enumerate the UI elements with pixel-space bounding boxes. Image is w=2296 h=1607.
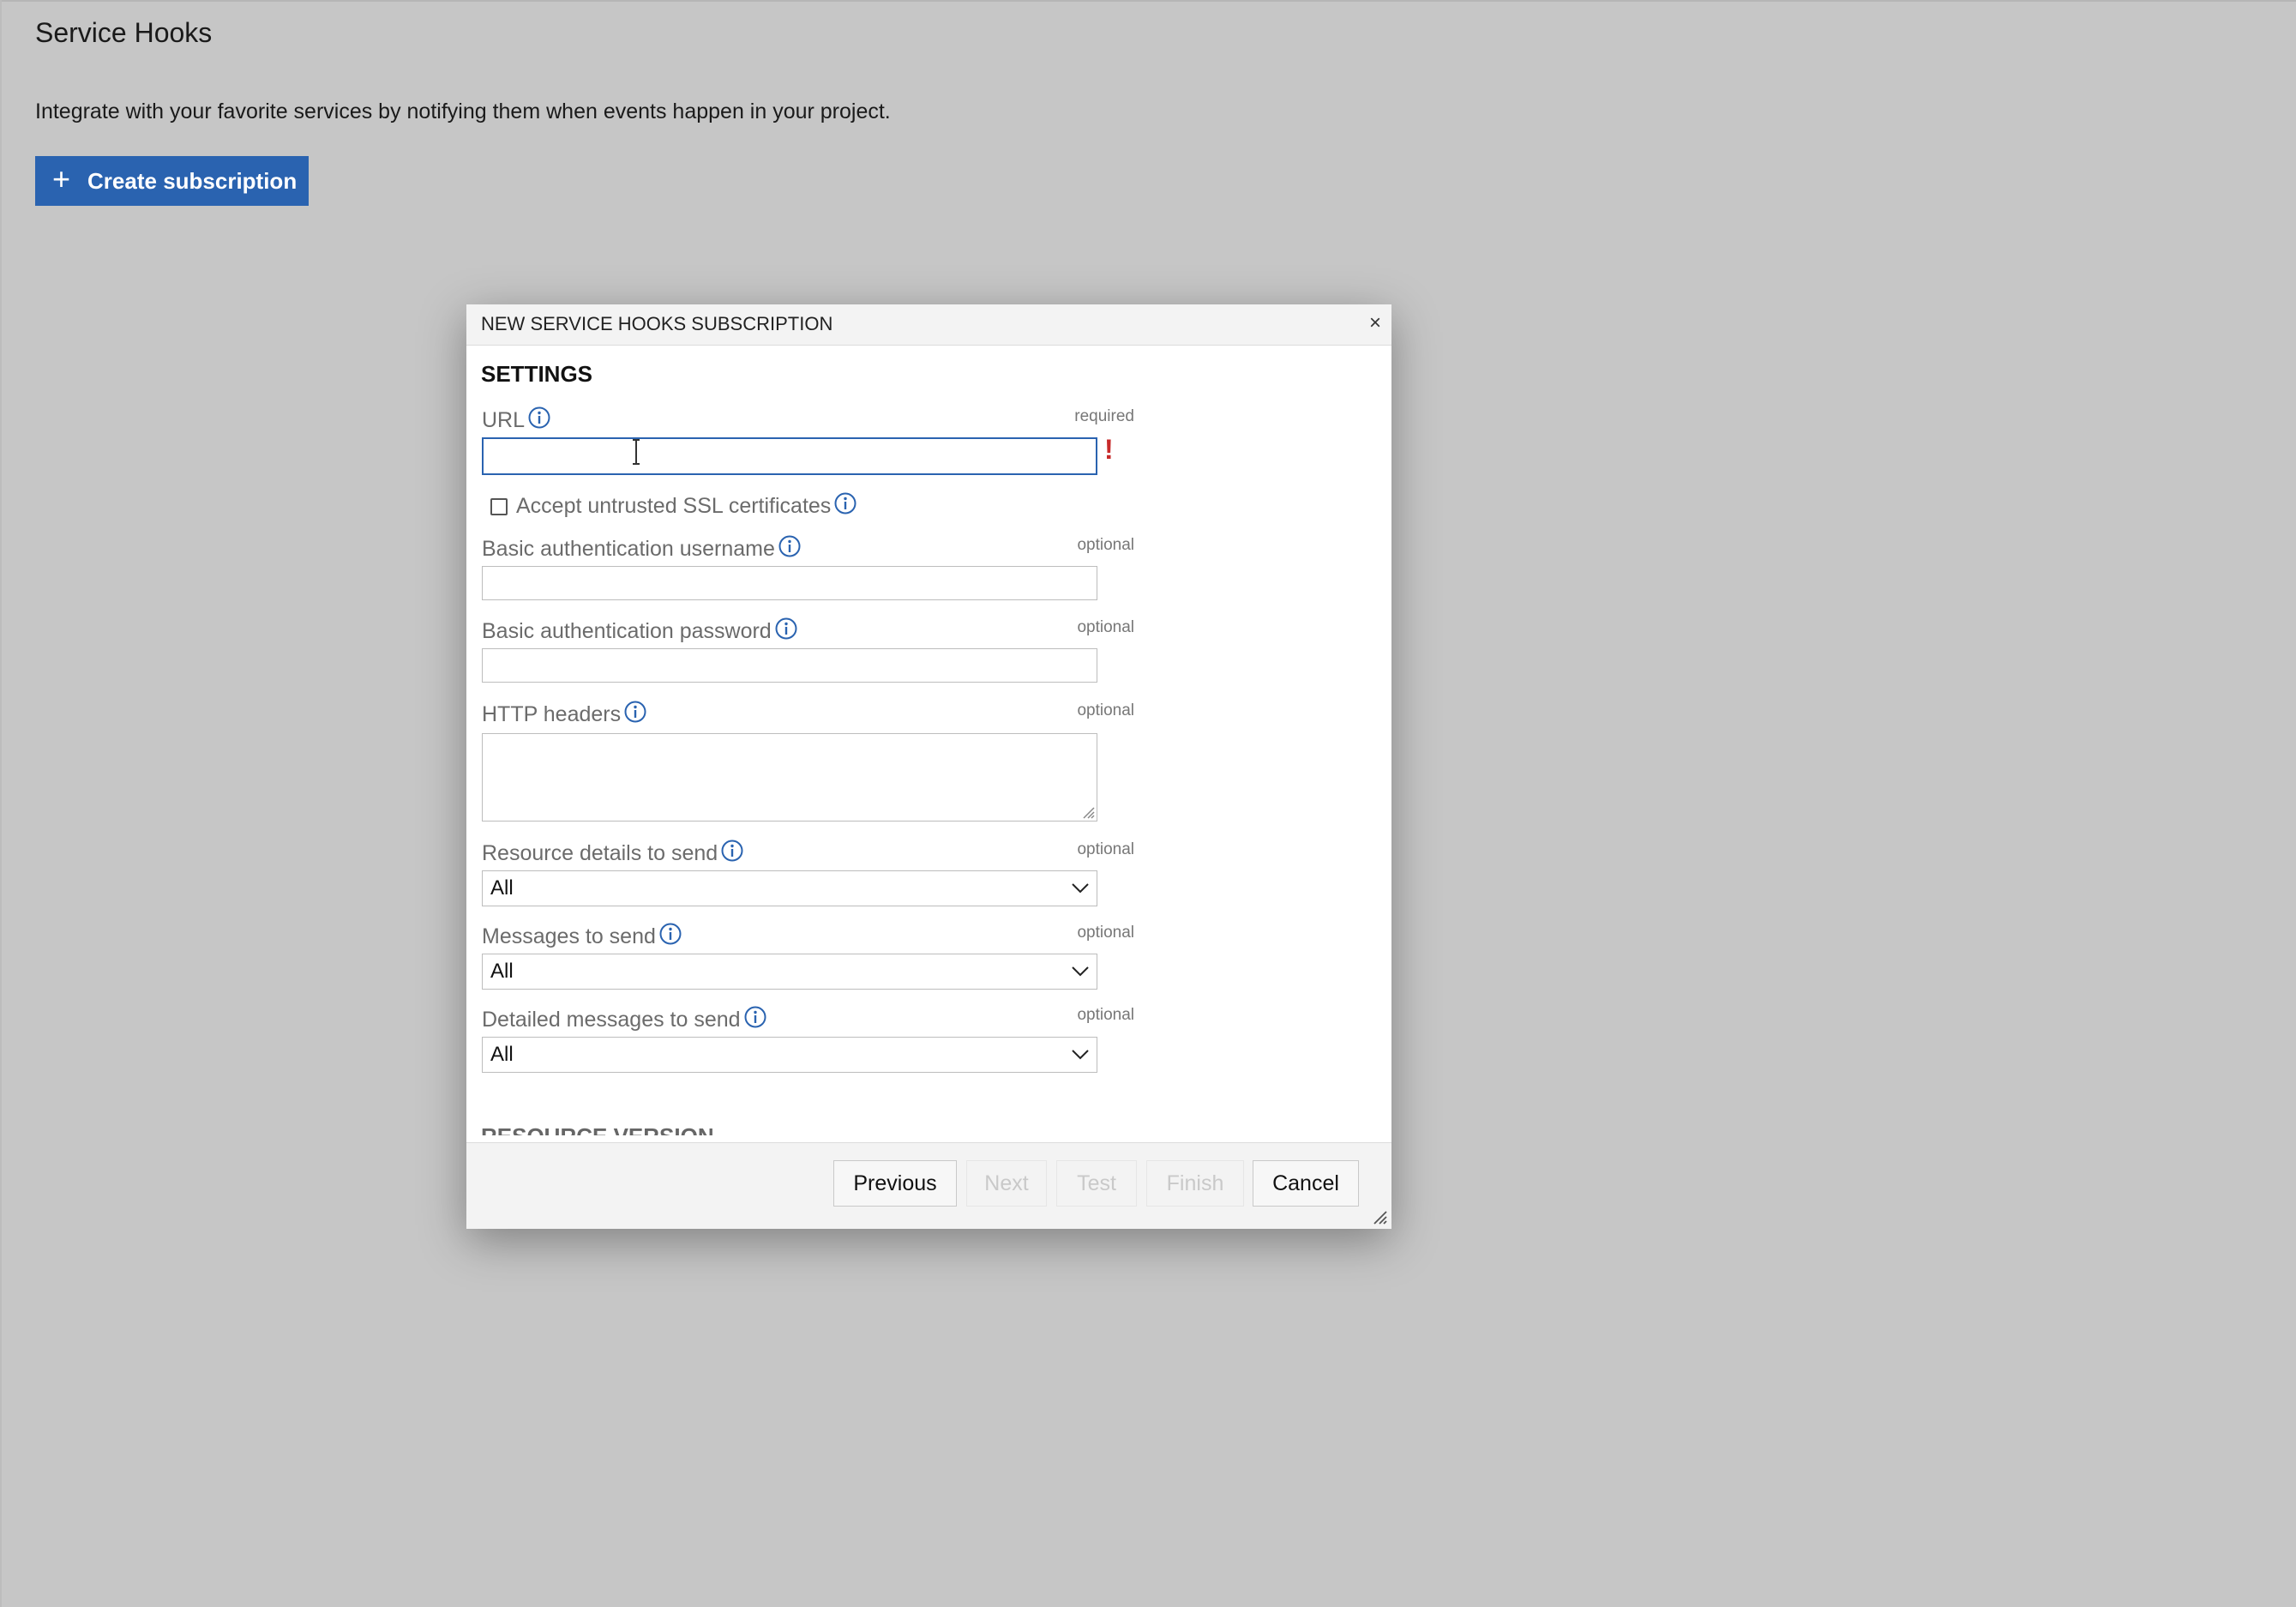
test-button[interactable]: Test	[1056, 1160, 1137, 1207]
basic-auth-password-optional-tag: optional	[1077, 618, 1134, 636]
messages-selected: All	[490, 960, 514, 983]
page-title: Service Hooks	[35, 17, 213, 48]
url-required-tag: required	[1074, 407, 1134, 425]
resource-details-select[interactable]: All	[482, 870, 1097, 906]
messages-label-text: Messages to send	[482, 924, 656, 948]
plus-icon: +	[52, 161, 71, 196]
basic-auth-username-input[interactable]	[482, 566, 1097, 600]
chevron-down-icon	[1072, 883, 1089, 894]
accept-ssl-row[interactable]: Accept untrusted SSL certificates	[490, 491, 857, 521]
basic-auth-password-input[interactable]	[482, 648, 1097, 683]
detailed-messages-selected: All	[490, 1043, 514, 1066]
resource-details-selected: All	[490, 876, 514, 900]
next-button[interactable]: Next	[966, 1160, 1047, 1207]
url-error-icon: !	[1104, 434, 1114, 465]
create-subscription-button[interactable]: + Create subscription	[35, 156, 309, 206]
info-icon[interactable]	[527, 406, 551, 436]
info-icon[interactable]	[778, 534, 802, 564]
http-headers-label: HTTP headers	[482, 700, 647, 730]
dialog-header: NEW SERVICE HOOKS SUBSCRIPTION ×	[466, 304, 1391, 346]
create-subscription-label: Create subscription	[87, 167, 298, 194]
info-icon[interactable]	[623, 700, 647, 730]
text-cursor-icon	[633, 439, 640, 465]
top-border	[0, 0, 2296, 2]
cancel-button[interactable]: Cancel	[1253, 1160, 1359, 1207]
dialog-resize-grip-icon[interactable]	[1371, 1208, 1388, 1225]
resource-details-label-text: Resource details to send	[482, 841, 718, 865]
resource-version-heading: RESOURCE VERSION	[481, 1122, 714, 1135]
basic-auth-username-optional-tag: optional	[1077, 536, 1134, 554]
detailed-messages-optional-tag: optional	[1077, 1006, 1134, 1024]
messages-label: Messages to send	[482, 922, 682, 952]
chevron-down-icon	[1072, 966, 1089, 977]
dialog-footer: Previous Next Test Finish Cancel	[466, 1142, 1391, 1229]
messages-select[interactable]: All	[482, 954, 1097, 990]
left-border	[0, 0, 2, 1607]
info-icon[interactable]	[743, 1005, 767, 1035]
detailed-messages-select[interactable]: All	[482, 1037, 1097, 1073]
http-headers-label-text: HTTP headers	[482, 702, 622, 726]
page-description: Integrate with your favorite services by…	[35, 99, 891, 123]
basic-auth-password-label: Basic authentication password	[482, 617, 798, 647]
url-input[interactable]	[482, 437, 1097, 475]
resource-details-optional-tag: optional	[1077, 840, 1134, 858]
http-headers-optional-tag: optional	[1077, 701, 1134, 719]
detailed-messages-label: Detailed messages to send	[482, 1005, 767, 1035]
basic-auth-password-label-text: Basic authentication password	[482, 619, 772, 643]
basic-auth-username-label: Basic authentication username	[482, 534, 802, 564]
settings-heading: SETTINGS	[481, 361, 593, 387]
accept-ssl-checkbox[interactable]	[490, 497, 508, 515]
info-icon[interactable]	[774, 617, 798, 647]
previous-button[interactable]: Previous	[833, 1160, 957, 1207]
detailed-messages-label-text: Detailed messages to send	[482, 1008, 741, 1032]
info-icon[interactable]	[833, 491, 857, 521]
messages-optional-tag: optional	[1077, 924, 1134, 942]
url-label: URL	[482, 406, 551, 436]
chevron-down-icon	[1072, 1050, 1089, 1060]
basic-auth-username-label-text: Basic authentication username	[482, 537, 775, 561]
accept-ssl-label: Accept untrusted SSL certificates	[516, 494, 832, 518]
new-subscription-dialog: NEW SERVICE HOOKS SUBSCRIPTION × SETTING…	[466, 304, 1391, 1229]
url-label-text: URL	[482, 408, 526, 432]
info-icon[interactable]	[720, 839, 744, 869]
http-headers-textarea[interactable]	[482, 733, 1097, 822]
close-icon[interactable]: ×	[1369, 311, 1381, 335]
resource-details-label: Resource details to send	[482, 839, 744, 869]
info-icon[interactable]	[658, 922, 682, 952]
dialog-title: NEW SERVICE HOOKS SUBSCRIPTION	[481, 313, 833, 334]
finish-button[interactable]: Finish	[1146, 1160, 1244, 1207]
resize-grip-icon[interactable]	[1081, 805, 1095, 819]
